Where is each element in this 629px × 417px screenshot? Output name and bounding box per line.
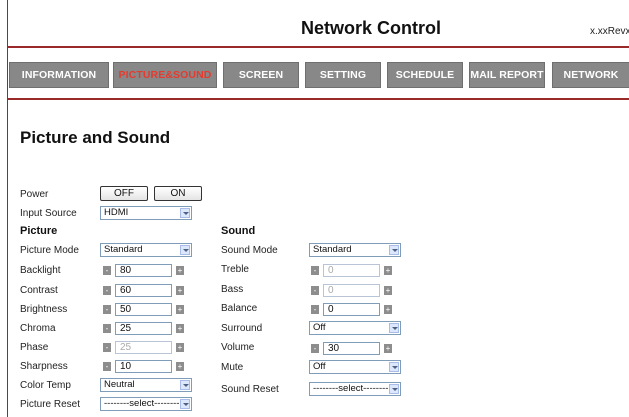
balance-label: Balance [221, 303, 258, 314]
nav-divider [8, 98, 629, 100]
surround-value: Off [313, 322, 326, 333]
app-title: Network Control [301, 18, 442, 38]
sharpness-increment-button[interactable]: + [176, 362, 184, 371]
surround-select[interactable]: Off [309, 321, 401, 335]
power-on-button[interactable]: ON [154, 186, 202, 201]
picture-reset-value: --------select-------- [104, 398, 180, 409]
power-label: Power [20, 189, 49, 200]
volume-input[interactable]: 30 [323, 342, 380, 355]
main-nav: INFORMATION PICTURE&SOUND SCREEN SETTING… [8, 62, 629, 90]
bass-label: Bass [221, 284, 244, 295]
color-temp-select[interactable]: Neutral [100, 378, 192, 392]
balance-decrement-button[interactable]: - [311, 305, 319, 314]
chroma-label: Chroma [20, 323, 56, 334]
input-source-value: HDMI [104, 207, 129, 218]
mute-select[interactable]: Off [309, 360, 401, 374]
sound-mode-select[interactable]: Standard [309, 243, 401, 257]
picture-reset-label: Picture Reset [20, 399, 81, 410]
backlight-decrement-button[interactable]: - [103, 266, 111, 275]
sharpness-input[interactable]: 10 [115, 360, 172, 373]
sharpness-label: Sharpness [20, 361, 68, 372]
chevron-down-icon [389, 384, 399, 394]
tab-picture-sound[interactable]: PICTURE&SOUND [113, 62, 217, 88]
picture-reset-select[interactable]: --------select-------- [100, 397, 192, 411]
chevron-down-icon [180, 380, 190, 390]
phase-decrement-button[interactable]: - [103, 343, 111, 352]
chroma-decrement-button[interactable]: - [103, 324, 111, 333]
page-frame: Network Control x.xxRevx INFORMATION PIC… [7, 0, 629, 417]
color-temp-label: Color Temp [20, 380, 71, 391]
phase-increment-button[interactable]: + [176, 343, 184, 352]
treble-input[interactable]: 0 [323, 264, 380, 277]
backlight-label: Backlight [20, 265, 61, 276]
contrast-decrement-button[interactable]: - [103, 286, 111, 295]
phase-input[interactable]: 25 [115, 341, 172, 354]
chroma-input[interactable]: 25 [115, 322, 172, 335]
picture-heading: Picture [20, 225, 58, 237]
treble-label: Treble [221, 264, 249, 275]
tab-schedule[interactable]: SCHEDULE [387, 62, 463, 88]
sharpness-decrement-button[interactable]: - [103, 362, 111, 371]
mute-label: Mute [221, 362, 244, 373]
chevron-down-icon [389, 362, 399, 372]
chevron-down-icon [180, 399, 190, 409]
contrast-increment-button[interactable]: + [176, 286, 184, 295]
chroma-increment-button[interactable]: + [176, 324, 184, 333]
brightness-label: Brightness [20, 304, 68, 315]
bass-increment-button[interactable]: + [384, 286, 392, 295]
color-temp-value: Neutral [104, 379, 135, 390]
picture-mode-select[interactable]: Standard [100, 243, 192, 257]
surround-label: Surround [221, 323, 263, 334]
contrast-input[interactable]: 60 [115, 284, 172, 297]
power-off-button[interactable]: OFF [100, 186, 148, 201]
backlight-increment-button[interactable]: + [176, 266, 184, 275]
picture-mode-value: Standard [104, 244, 143, 255]
brightness-decrement-button[interactable]: - [103, 305, 111, 314]
chevron-down-icon [389, 323, 399, 333]
brightness-increment-button[interactable]: + [176, 305, 184, 314]
chevron-down-icon [180, 208, 190, 218]
brightness-input[interactable]: 50 [115, 303, 172, 316]
chevron-down-icon [389, 245, 399, 255]
chevron-down-icon [180, 245, 190, 255]
sound-heading: Sound [221, 225, 256, 237]
sound-reset-label: Sound Reset [221, 384, 279, 395]
tab-information[interactable]: INFORMATION [9, 62, 109, 88]
mute-value: Off [313, 361, 326, 372]
sound-reset-select[interactable]: --------select-------- [309, 382, 401, 396]
tab-network[interactable]: NETWORK [552, 62, 629, 88]
tab-screen[interactable]: SCREEN [223, 62, 299, 88]
volume-label: Volume [221, 342, 255, 353]
bass-input[interactable]: 0 [323, 284, 380, 297]
volume-decrement-button[interactable]: - [311, 344, 319, 353]
backlight-input[interactable]: 80 [115, 264, 172, 277]
tab-setting[interactable]: SETTING [305, 62, 381, 88]
balance-increment-button[interactable]: + [384, 305, 392, 314]
treble-decrement-button[interactable]: - [311, 266, 319, 275]
tab-mail-report[interactable]: MAIL REPORT [469, 62, 545, 88]
sound-mode-label: Sound Mode [221, 245, 278, 256]
contrast-label: Contrast [20, 285, 58, 296]
revision-label: x.xxRevx [590, 26, 629, 37]
treble-increment-button[interactable]: + [384, 266, 392, 275]
phase-label: Phase [20, 342, 49, 353]
input-source-select[interactable]: HDMI [100, 206, 192, 220]
sound-mode-value: Standard [313, 244, 352, 255]
page-title: Picture and Sound [20, 128, 171, 147]
sound-reset-value: --------select-------- [313, 383, 389, 394]
picture-mode-label: Picture Mode [20, 245, 79, 256]
volume-increment-button[interactable]: + [384, 344, 392, 353]
input-source-label: Input Source [20, 208, 77, 219]
balance-input[interactable]: 0 [323, 303, 380, 316]
bass-decrement-button[interactable]: - [311, 286, 319, 295]
header: Network Control x.xxRevx [8, 0, 629, 48]
